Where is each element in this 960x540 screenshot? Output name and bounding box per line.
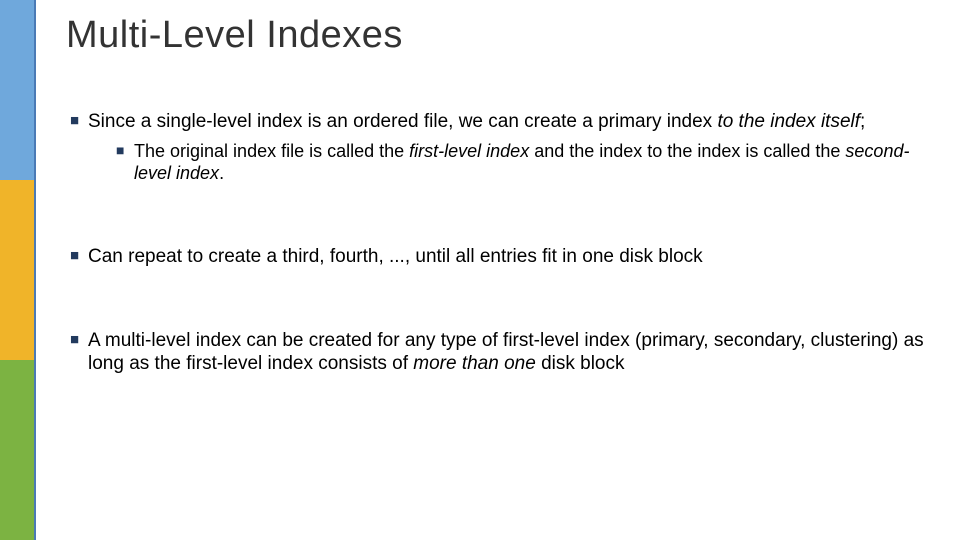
bullet-1: ■ Since a single-level index is an order…: [70, 110, 930, 185]
bullet-3: ■ A multi-level index can be created for…: [70, 329, 930, 377]
bullet-icon: ■: [116, 142, 124, 160]
bullet-icon: ■: [70, 247, 79, 266]
slide-content: ■ Since a single-level index is an order…: [70, 110, 930, 398]
stripe-green: [0, 360, 34, 540]
side-stripe: [0, 0, 34, 540]
stripe-blue: [0, 0, 34, 180]
bullet-icon: ■: [70, 112, 79, 131]
bullet-2: ■ Can repeat to create a third, fourth, …: [70, 245, 930, 269]
slide-title: Multi-Level Indexes: [66, 14, 403, 57]
bullet-1-text-ital: to the index itself: [717, 111, 860, 132]
stripe-yellow: [0, 180, 34, 360]
vertical-rule: [34, 0, 36, 540]
bullet-1a: ■ The original index file is called the …: [116, 140, 930, 185]
bullet-icon: ■: [70, 331, 79, 350]
bullet-1-text-post: ;: [860, 111, 865, 132]
bullet-3-ital: more than one: [413, 353, 536, 374]
bullet-3-post: disk block: [536, 353, 625, 374]
bullet-1a-post: .: [219, 163, 224, 183]
bullet-1a-mid: and the index to the index is called the: [529, 141, 845, 161]
bullet-2-text: Can repeat to create a third, fourth, ..…: [88, 246, 703, 267]
bullet-1a-pre: The original index file is called the: [134, 141, 409, 161]
bullet-1-text-pre: Since a single-level index is an ordered…: [88, 111, 717, 132]
bullet-1a-i1: first-level index: [409, 141, 529, 161]
